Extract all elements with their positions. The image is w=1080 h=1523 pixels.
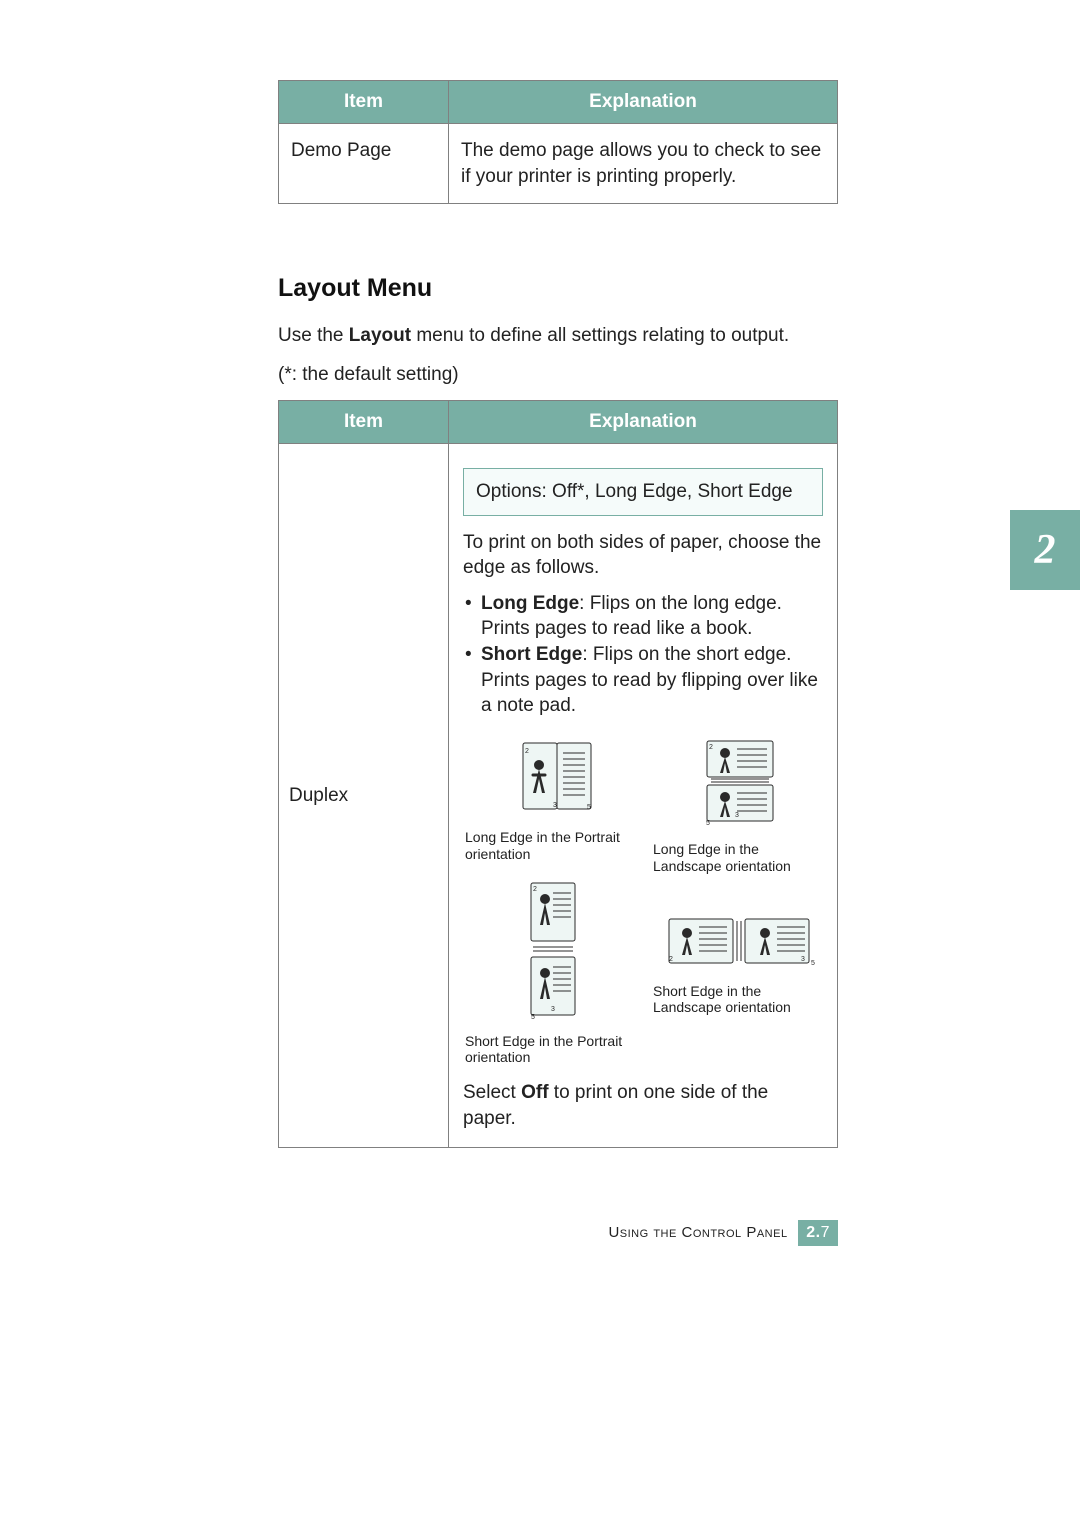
svg-text:3: 3 [551, 1006, 555, 1013]
layout-intro-bold: Layout [349, 325, 411, 346]
demo-page-table: Item Explanation Demo Page The demo page… [278, 80, 838, 204]
default-setting-note: (*: the default setting) [278, 364, 838, 386]
diagram-long-edge-portrait: 2 3 5 Long Edge in the Portrait orientat… [463, 735, 643, 875]
duplex-options-box: Options: Off*, Long Edge, Short Edge [463, 468, 823, 516]
svg-text:2: 2 [525, 748, 529, 755]
svg-text:5: 5 [531, 1014, 535, 1021]
duplex-label: Duplex [279, 785, 448, 807]
duplex-diagram-icon: 2 3 5 [493, 877, 613, 1027]
duplex-explanation-cell: Options: Off*, Long Edge, Short Edge To … [449, 443, 838, 1148]
layout-menu-heading: Layout Menu [278, 274, 838, 303]
duplex-long-edge-bold: Long Edge [481, 593, 579, 614]
demo-page-explanation: The demo page allows you to check to see… [461, 140, 821, 187]
duplex-short-edge-bullet: Short Edge: Flips on the short edge. Pri… [463, 642, 823, 719]
diagram-caption-sep: Short Edge in the Portrait orientation [463, 1033, 643, 1067]
select-off-bold: Off [521, 1082, 548, 1103]
duplex-long-edge-bullet: Long Edge: Flips on the long edge. Print… [463, 591, 823, 642]
chapter-tab: 2 [1010, 510, 1080, 590]
duplex-short-edge-bold: Short Edge [481, 644, 582, 665]
duplex-select-off-text: Select Off to print on one side of the p… [463, 1080, 823, 1131]
diagram-short-edge-portrait: 2 3 5 Short Edge in the Portrait orienta… [463, 877, 643, 1067]
duplex-diagram-icon: 2 3 5 [493, 735, 613, 823]
diagram-caption-sel: Short Edge in the Landscape orientation [651, 983, 831, 1017]
layout-header-explanation: Explanation [449, 400, 838, 443]
layout-intro-pre: Use the [278, 325, 349, 346]
table-header-explanation: Explanation [449, 81, 838, 124]
svg-text:3: 3 [735, 812, 739, 819]
footer-page: 7 [821, 1224, 830, 1241]
footer-chapter: 2. [806, 1224, 820, 1241]
svg-text:2: 2 [533, 886, 537, 893]
svg-text:5: 5 [706, 820, 710, 827]
svg-text:3: 3 [801, 956, 805, 963]
diagram-caption-lep: Long Edge in the Portrait orientation [463, 829, 643, 863]
diagram-long-edge-landscape: 2 3 5 Long Edge in the Landscape orienta… [651, 735, 831, 875]
table-header-item: Item [279, 81, 449, 124]
duplex-bullets: Long Edge: Flips on the long edge. Print… [463, 591, 823, 719]
demo-page-item: Demo Page [291, 140, 391, 161]
layout-intro: Use the Layout menu to define all settin… [278, 323, 838, 350]
diagram-short-edge-landscape: 2 3 5 Short Edge in the Landscape orient… [651, 877, 831, 1067]
svg-text:5: 5 [587, 804, 591, 811]
select-off-pre: Select [463, 1082, 521, 1103]
duplex-item-cell: Duplex [279, 443, 449, 1148]
page-footer: Using the Control Panel 2.7 [0, 1220, 838, 1246]
layout-intro-post: menu to define all settings relating to … [411, 325, 789, 346]
duplex-intro-text: To print on both sides of paper, choose … [463, 530, 823, 581]
svg-text:5: 5 [811, 960, 815, 967]
duplex-diagram-icon: 2 3 5 [681, 735, 801, 835]
svg-text:2: 2 [709, 744, 713, 751]
demo-page-explanation-cell: The demo page allows you to check to see… [449, 124, 838, 204]
footer-text: Using the Control Panel [608, 1224, 787, 1241]
svg-text:2: 2 [669, 956, 673, 963]
layout-header-item: Item [279, 400, 449, 443]
diagram-caption-lel: Long Edge in the Landscape orientation [651, 841, 831, 875]
demo-page-item-cell: Demo Page [279, 124, 449, 204]
duplex-diagram-icon: 2 3 5 [661, 907, 821, 977]
page-number-box: 2.7 [798, 1220, 838, 1246]
layout-menu-table: Item Explanation Duplex Options: Off*, L… [278, 400, 838, 1149]
svg-text:3: 3 [553, 802, 557, 809]
